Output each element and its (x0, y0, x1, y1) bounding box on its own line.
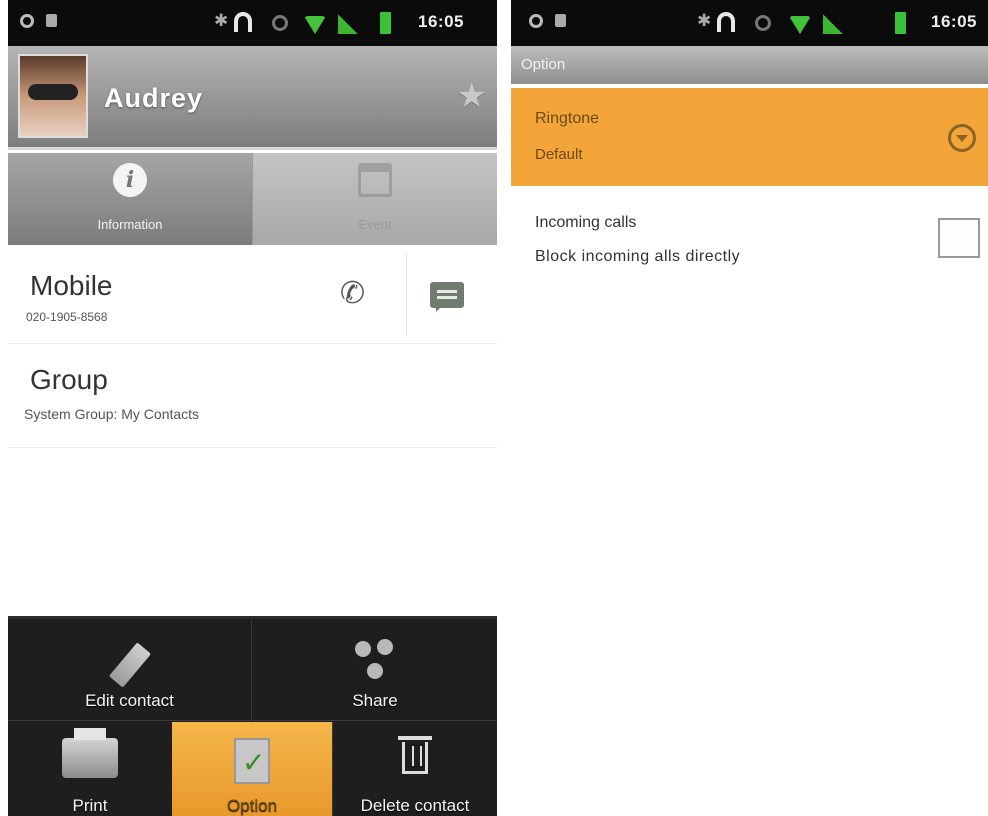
tab-label: Event (358, 217, 392, 232)
delete-contact-button[interactable]: Delete contact (332, 722, 497, 816)
battery-icon (380, 12, 391, 34)
status-bar: ✱ 16:05 (511, 0, 988, 46)
block-calls-checkbox[interactable] (938, 218, 980, 258)
group-row[interactable]: Group System Group: My Contacts (8, 344, 497, 448)
print-button[interactable]: Print (8, 722, 172, 816)
tab-event[interactable]: Event (252, 153, 497, 245)
lock-icon (555, 14, 566, 27)
phone-icon[interactable]: ✆ (340, 276, 365, 311)
notification-icon (20, 14, 34, 28)
sync-icon (755, 15, 771, 31)
incoming-calls-setting[interactable]: Incoming calls Block incoming alls direc… (511, 200, 988, 280)
mobile-row[interactable]: Mobile 020-1905-8568 ✆ (8, 246, 497, 344)
dropdown-icon[interactable] (948, 124, 976, 152)
tab-label: Information (97, 217, 163, 232)
wifi-icon (789, 16, 811, 34)
mobile-label: Mobile (30, 270, 113, 301)
title-bar: Option (511, 46, 988, 84)
lock-icon (46, 14, 57, 27)
bluetooth-icon: ✱ (697, 11, 712, 30)
ringtone-value: Default (535, 146, 583, 163)
calendar-icon (358, 163, 392, 197)
pencil-icon (108, 642, 151, 688)
contact-tabs: i Information Event (8, 153, 497, 245)
signal-icon (338, 14, 358, 34)
incoming-calls-label: Incoming calls (535, 214, 637, 231)
page-title: Option (521, 56, 566, 73)
bluetooth-icon: ✱ (214, 11, 229, 30)
mobile-number: 020-1905-8568 (26, 310, 108, 324)
divider (406, 254, 407, 336)
sync-icon (272, 15, 288, 31)
favorite-star-icon[interactable]: ★ (457, 76, 487, 116)
info-icon: i (113, 163, 147, 197)
ringtone-setting[interactable]: Ringtone Default (511, 88, 988, 186)
ringtone-label: Ringtone (535, 110, 600, 127)
trash-icon (398, 736, 432, 774)
option-button[interactable]: Option (172, 722, 332, 816)
status-bar: ✱ 16:05 (8, 0, 497, 46)
headset-icon (717, 12, 735, 32)
share-button[interactable]: Share (253, 619, 497, 721)
message-icon[interactable] (430, 282, 464, 312)
option-screen: ✱ 16:05 Option Ringtone Default Incoming… (511, 0, 988, 816)
wifi-icon (304, 16, 326, 34)
group-label: Group (30, 364, 108, 395)
printer-icon (62, 728, 118, 778)
headset-icon (234, 12, 252, 32)
menu-label: Print (72, 796, 108, 815)
menu-label: Edit contact (85, 691, 174, 710)
incoming-calls-description: Block incoming alls directly (535, 248, 741, 265)
tab-information[interactable]: i Information (8, 153, 252, 245)
status-time: 16:05 (418, 12, 464, 31)
signal-icon (823, 14, 843, 34)
screen-separator (497, 0, 511, 816)
checklist-icon (234, 738, 270, 784)
menu-label: Share (352, 691, 398, 710)
options-menu: Edit contact Share Print Option Delete c… (8, 616, 497, 816)
menu-label: Delete contact (360, 796, 470, 815)
share-icon (355, 639, 395, 683)
contact-header: Audrey ★ (8, 46, 497, 150)
avatar[interactable] (18, 54, 88, 138)
contact-detail-screen: ✱ 16:05 Audrey ★ i Information Event Mob… (8, 0, 497, 816)
edit-contact-button[interactable]: Edit contact (8, 619, 252, 721)
status-time: 16:05 (931, 12, 977, 31)
notification-icon (529, 14, 543, 28)
contact-name: Audrey (104, 83, 204, 113)
battery-icon (895, 12, 906, 34)
group-value: System Group: My Contacts (24, 406, 200, 422)
menu-label: Option (226, 796, 278, 815)
